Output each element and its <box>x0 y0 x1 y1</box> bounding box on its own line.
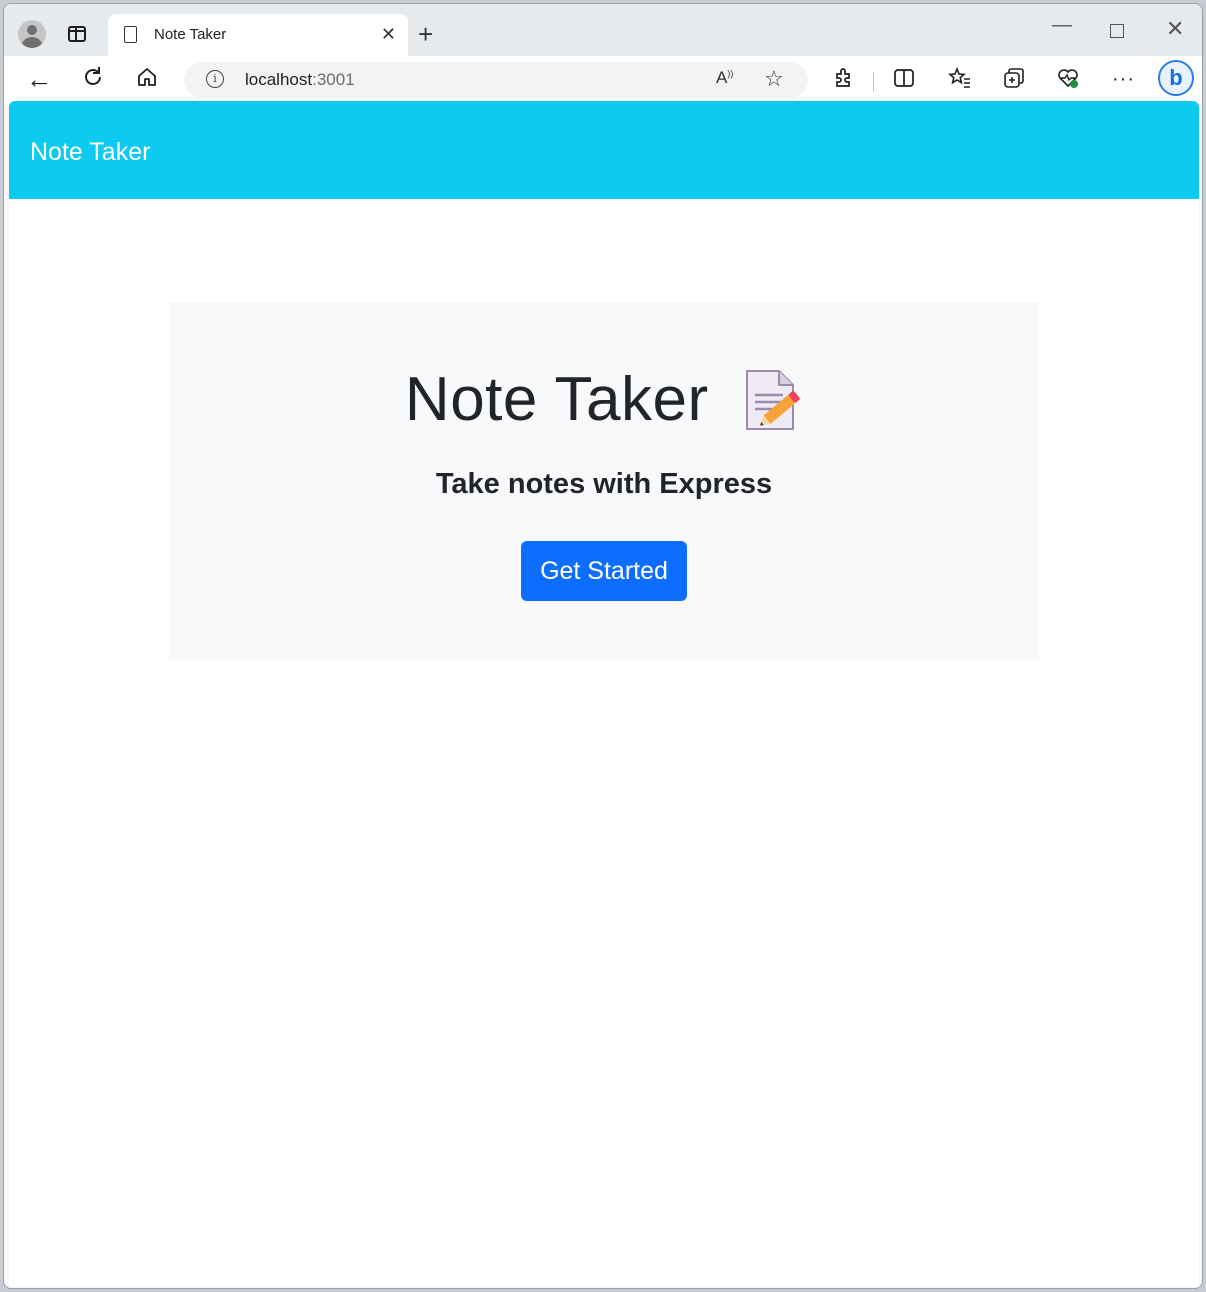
new-tab-button[interactable]: + <box>418 21 433 47</box>
home-icon[interactable] <box>136 66 158 94</box>
favorites-icon[interactable] <box>948 66 972 96</box>
maximize-button[interactable] <box>1110 24 1124 38</box>
navbar-brand[interactable]: Note Taker <box>30 138 150 167</box>
reload-icon[interactable] <box>82 66 104 94</box>
get-started-button[interactable]: Get Started <box>521 541 687 601</box>
profile-avatar-icon[interactable] <box>18 20 46 48</box>
favorite-star-icon[interactable]: ☆ <box>764 66 784 92</box>
tab-title: Note Taker <box>154 26 227 43</box>
browser-essentials-icon[interactable] <box>1056 66 1080 96</box>
bing-copilot-icon[interactable]: b <box>1158 60 1194 96</box>
split-screen-icon[interactable] <box>892 66 916 96</box>
tab-note-taker[interactable]: Note Taker ✕ <box>108 14 408 56</box>
read-aloud-icon[interactable]: A)) <box>716 68 733 88</box>
page-viewport: Note Taker Note Taker Take notes with Ex… <box>9 101 1199 1287</box>
tab-strip: Note Taker ✕ + — ✕ <box>4 4 1202 56</box>
minimize-button[interactable]: — <box>1052 14 1072 37</box>
extensions-icon[interactable] <box>832 66 856 96</box>
back-arrow-icon[interactable]: ← <box>26 66 52 92</box>
memo-icon <box>743 369 803 431</box>
toolbar-divider <box>873 72 874 92</box>
page-title: Note Taker <box>404 365 709 434</box>
hero-jumbotron: Note Taker Take notes with Express Get S… <box>169 302 1039 660</box>
browser-toolbar: ← i localhost:3001 A)) ☆ ··· b <box>4 56 1202 104</box>
site-info-icon[interactable]: i <box>206 70 224 88</box>
browser-window: Note Taker ✕ + — ✕ ← i localhost:3001 A)… <box>3 3 1203 1289</box>
collections-icon[interactable] <box>1002 66 1026 96</box>
page-icon <box>124 26 137 43</box>
url-text[interactable]: localhost:3001 <box>245 70 355 90</box>
hero-heading-row: Note Taker <box>169 364 1039 435</box>
address-bar[interactable]: i localhost:3001 A)) ☆ <box>184 62 808 98</box>
navbar: Note Taker <box>9 101 1199 199</box>
tab-actions-icon[interactable] <box>68 26 86 42</box>
tab-close-icon[interactable]: ✕ <box>381 24 396 44</box>
more-options-icon[interactable]: ··· <box>1112 66 1135 92</box>
hero-subtitle: Take notes with Express <box>435 468 773 500</box>
window-close-button[interactable]: ✕ <box>1166 16 1184 42</box>
